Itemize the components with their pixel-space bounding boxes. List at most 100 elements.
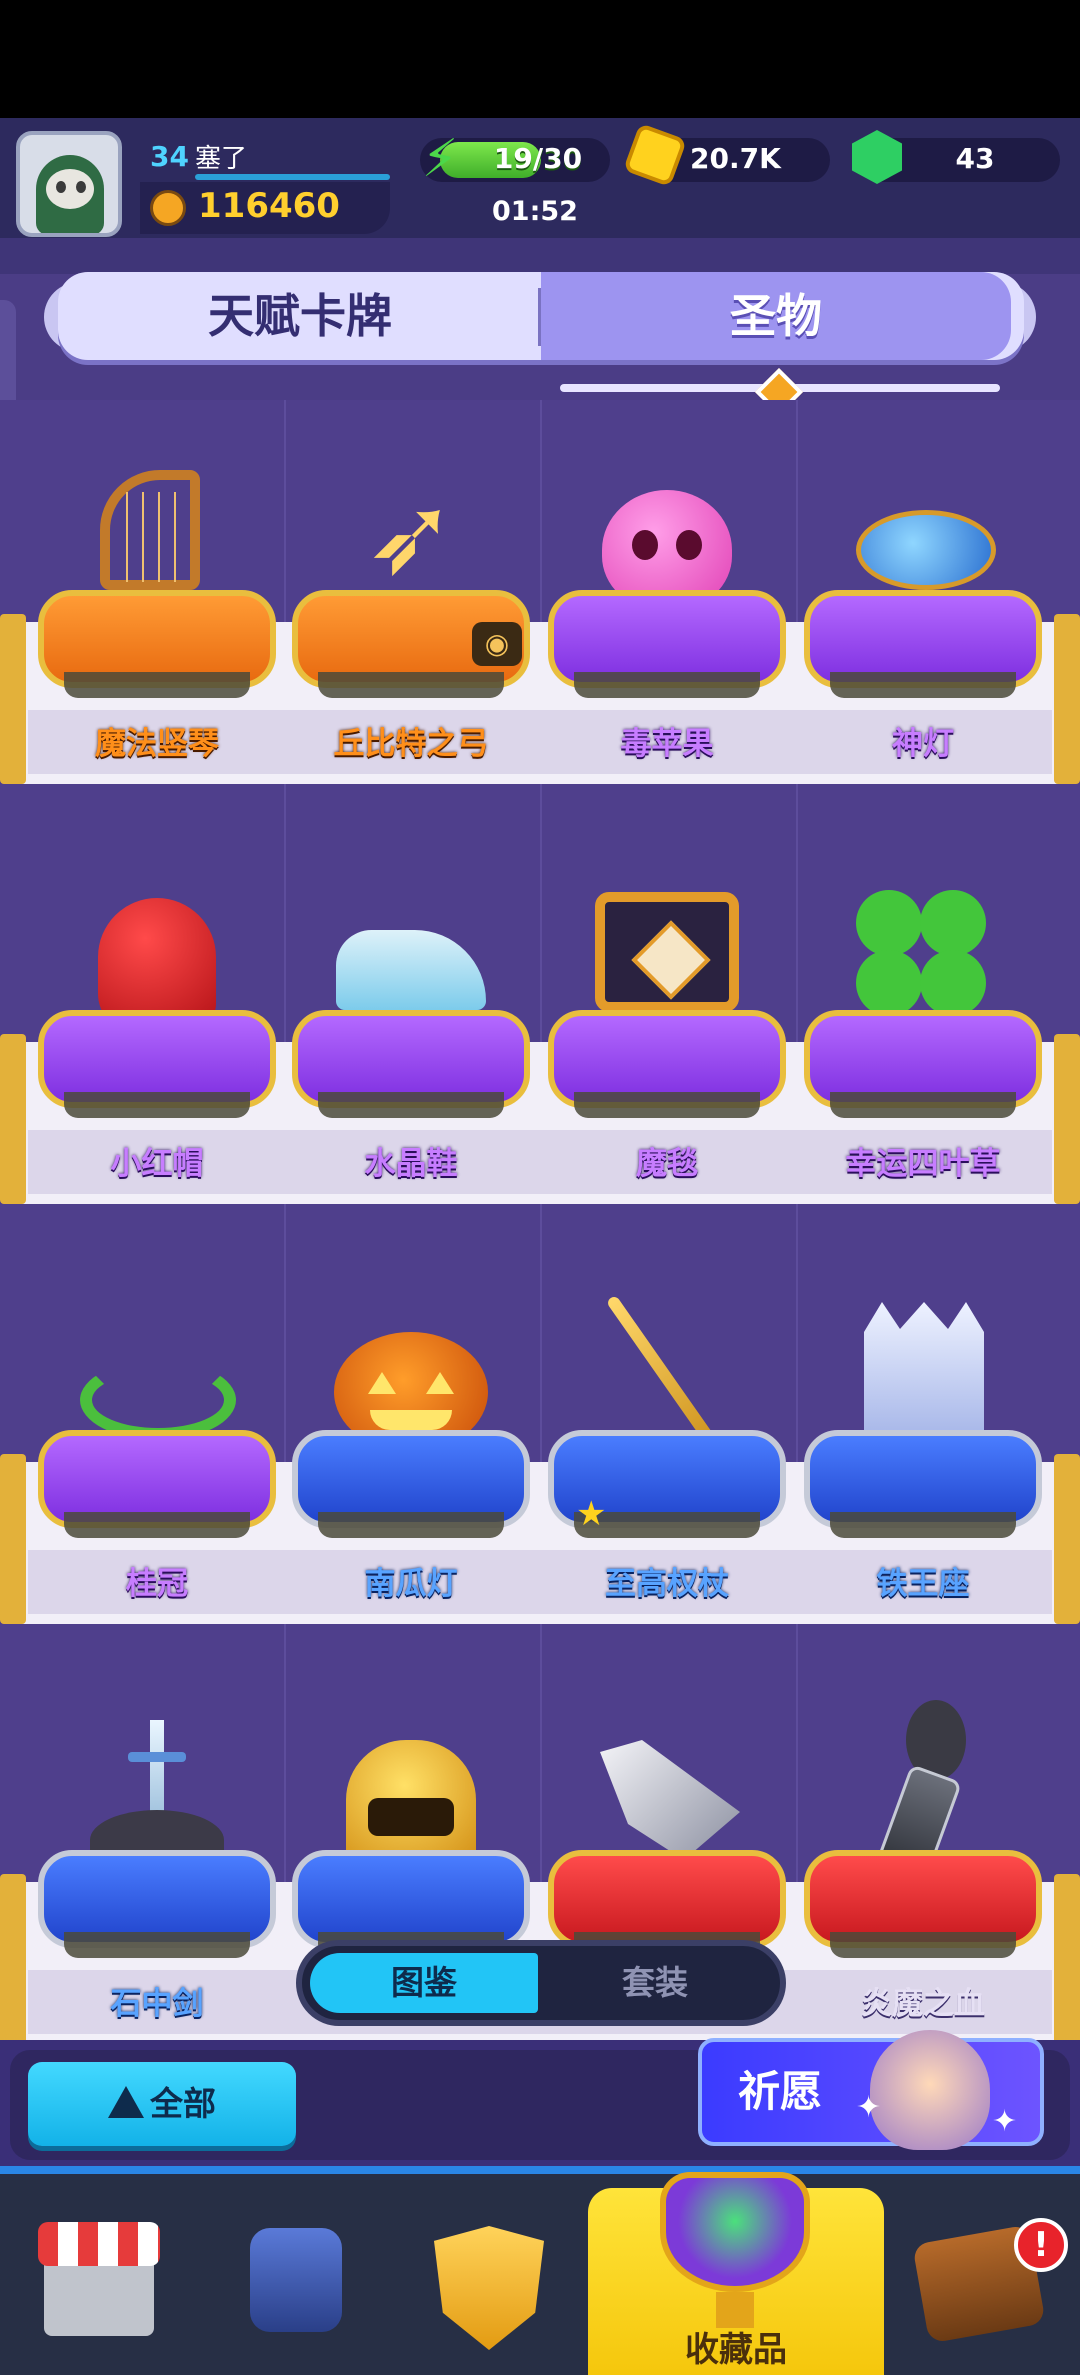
sparkle-icon: ✦ [992, 2104, 1018, 2139]
tab-relics[interactable]: 圣物 [541, 272, 1011, 360]
relic-row: 小红帽 水晶鞋 魔毯 幸运四叶草 [0, 820, 1080, 1240]
wish-label: 祈愿 [738, 2067, 823, 2116]
cushion-base [830, 1512, 1016, 1538]
carpet-icon [595, 892, 739, 1012]
cushion-base [318, 1512, 504, 1538]
energy-add-icon[interactable]: ⚡ [416, 130, 464, 188]
relic-name: 铁王座 [876, 1566, 970, 1602]
relic-card-glass-slipper[interactable]: 水晶鞋 [284, 820, 538, 1240]
harp-icon [100, 470, 200, 590]
relic-name: 至高权杖 [605, 1566, 729, 1602]
bow-icon: ➶ [364, 471, 458, 599]
sword-guard [128, 1752, 186, 1762]
player-level: 34 [150, 140, 189, 173]
relic-name: 小红帽 [110, 1146, 204, 1182]
nav-border [0, 2166, 1080, 2174]
toggle-sets[interactable]: 套装 [540, 1953, 770, 2013]
xp-bar [195, 174, 390, 180]
relic-card-magic-lamp[interactable]: 神灯 [796, 400, 1050, 820]
harp-string [126, 492, 128, 582]
triangle-up-icon [108, 2086, 144, 2118]
shelf-bracket-left [0, 1454, 26, 1624]
pumpkin-eye [368, 1372, 396, 1394]
relic-name: 幸运四叶草 [845, 1146, 1001, 1182]
relic-grid: 魔法竖琴 ➶ ◉ 丘比特之弓 毒苹果 神灯 小红帽 水晶鞋 魔毯 幸运四叶草 桂… [0, 400, 1080, 2080]
cushion-base [830, 1932, 1016, 1958]
tab-divider [538, 288, 541, 346]
apple-eye [676, 530, 702, 560]
relic-name: 神灯 [892, 726, 954, 762]
shop-awning [38, 2222, 160, 2266]
cushion-base [830, 672, 1016, 698]
shelf-bracket-left [0, 614, 26, 784]
cushion-base [318, 672, 504, 698]
harp-string [142, 492, 144, 582]
sparkle-icon: ✦ [856, 2090, 882, 2125]
filter-all-label: 全部 [150, 2084, 216, 2123]
shelf-bracket-right [1054, 614, 1080, 784]
apple-eye [632, 530, 658, 560]
relic-card-magic-harp[interactable]: 魔法竖琴 [30, 400, 284, 820]
relic-name: 炎魔之血 [861, 1986, 985, 2022]
toggle-catalog[interactable]: 图鉴 [310, 1953, 538, 2013]
relic-card-sword-in-stone[interactable]: 石中剑 [30, 1660, 284, 2080]
system-status-bar [0, 0, 1080, 118]
avatar-eye [56, 181, 66, 193]
relic-name: 丘比特之弓 [333, 726, 489, 762]
avatar-face [46, 169, 94, 209]
cushion-base [574, 1092, 760, 1118]
harp-string [174, 492, 176, 582]
star-icon: ★ [576, 1494, 607, 1534]
alert-badge: ! [1014, 2218, 1068, 2272]
cushion-base [318, 1092, 504, 1118]
relic-card-iron-throne[interactable]: 铁王座 [796, 1240, 1050, 1660]
tab-talent-cards[interactable]: 天赋卡牌 [70, 272, 530, 360]
relic-name: 桂冠 [126, 1566, 188, 1602]
cushion-base [830, 1092, 1016, 1118]
shelf-bracket-right [1054, 1874, 1080, 2044]
hud-underlay [0, 238, 1080, 274]
trophy-cup-icon [660, 2172, 810, 2292]
shelf-bracket-left [0, 1034, 26, 1204]
relic-card-poison-apple[interactable]: 毒苹果 [540, 400, 794, 820]
relic-name: 毒苹果 [620, 726, 714, 762]
player-name: 塞了 [195, 144, 248, 174]
shelf-bracket-right [1054, 1034, 1080, 1204]
trophy-count: 116460 [198, 186, 340, 226]
backpack-icon [250, 2228, 342, 2332]
lamp-icon [856, 510, 996, 590]
relic-card-red-hood[interactable]: 小红帽 [30, 820, 284, 1240]
clover-leaf [856, 950, 922, 1016]
energy-timer: 01:52 [492, 196, 578, 227]
relic-name: 石中剑 [110, 1986, 204, 2022]
clover-icon [856, 890, 922, 956]
relic-card-pumpkin-lantern[interactable]: 南瓜灯 [284, 1240, 538, 1660]
cushion-base [574, 672, 760, 698]
pumpkin-eye [426, 1372, 454, 1394]
harp-string [158, 492, 160, 582]
glass-slipper-icon [336, 930, 486, 1010]
pumpkin-mouth [370, 1410, 452, 1430]
relic-row: 魔法竖琴 ➶ ◉ 丘比特之弓 毒苹果 神灯 [0, 400, 1080, 820]
clover-leaf [920, 950, 986, 1016]
carpet-medallion [631, 920, 711, 1000]
helmet-visor [368, 1798, 454, 1836]
cushion-base [64, 1092, 250, 1118]
relic-card-four-leaf-clover[interactable]: 幸运四叶草 [796, 820, 1050, 1240]
relic-card-cupid-bow[interactable]: ➶ ◉ 丘比特之弓 [284, 400, 538, 820]
laurel-wreath-icon [80, 1360, 236, 1440]
avatar-eye [76, 181, 86, 193]
relic-card-laurel[interactable]: 桂冠 [30, 1240, 284, 1660]
relic-name: 水晶鞋 [364, 1146, 458, 1182]
relic-name: 魔毯 [636, 1146, 698, 1182]
relic-card-magic-carpet[interactable]: 魔毯 [540, 820, 794, 1240]
player-avatar[interactable] [16, 131, 122, 237]
relic-card-supreme-scepter[interactable]: ★ 至高权杖 [540, 1240, 794, 1660]
relic-name: 魔法竖琴 [95, 726, 219, 762]
relic-card-balrog-blood[interactable]: 炎魔之血 [796, 1660, 1050, 2080]
wish-spirit-icon [870, 2030, 990, 2150]
shelf-bracket-left [0, 1874, 26, 2044]
cushion-base [64, 1512, 250, 1538]
eye-icon[interactable]: ◉ [472, 622, 522, 666]
conch-shell-icon [600, 1740, 740, 1860]
